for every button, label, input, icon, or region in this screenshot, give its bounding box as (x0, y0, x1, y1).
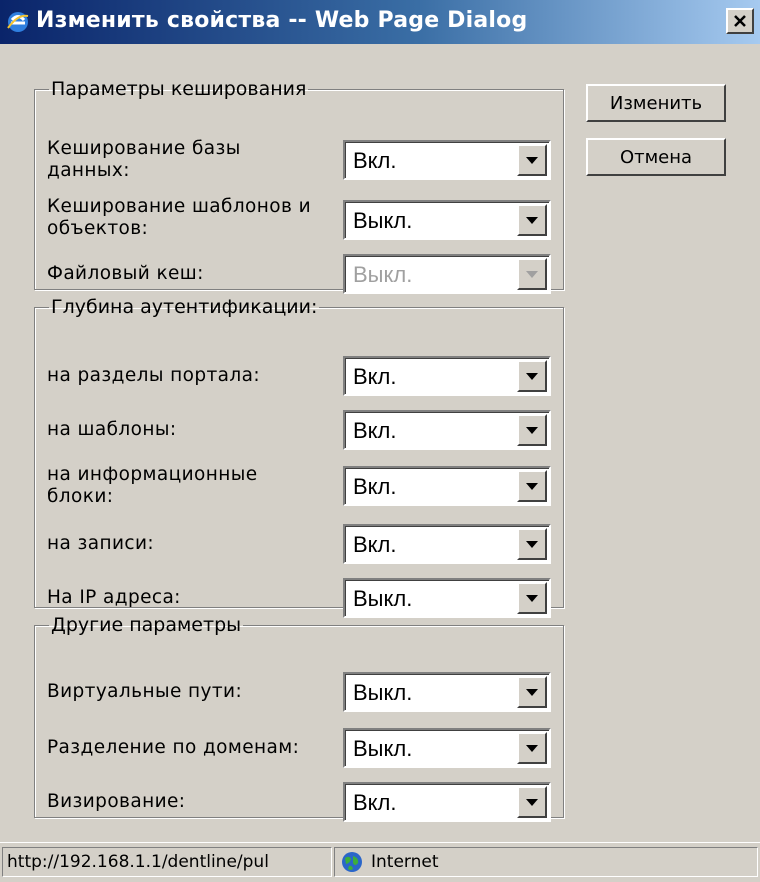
row-auth-records: на записи: Вкл. (47, 522, 553, 566)
auth-records-select[interactable]: Вкл. (343, 524, 551, 564)
auth-infoblocks-select[interactable]: Вкл. (343, 466, 551, 506)
virtual-paths-select[interactable]: Выкл. (343, 672, 551, 712)
select-value: Выкл. (353, 208, 413, 233)
dropdown-arrow-icon[interactable] (517, 144, 547, 176)
globe-icon (341, 851, 363, 873)
row-virtual-paths: Виртуальные пути: Выкл. (47, 670, 553, 714)
select-value: Вкл. (353, 474, 397, 499)
select-value: Выкл. (353, 262, 413, 287)
row-auth-sections: на разделы портала: Вкл. (47, 354, 553, 398)
status-url-pane: http://192.168.1.1/dentline/pul (2, 847, 332, 877)
row-approval: Визирование: Вкл. (47, 780, 553, 824)
row-auth-templates: на шаблоны: Вкл. (47, 408, 553, 452)
select-value: Вкл. (353, 148, 397, 173)
group-auth-depth: Глубина аутентификации: на разделы порта… (34, 296, 564, 618)
close-button[interactable] (726, 8, 754, 34)
auth-sections-select[interactable]: Вкл. (343, 356, 551, 396)
status-zone-pane: Internet (334, 847, 758, 877)
approval-select[interactable]: Вкл. (343, 782, 551, 822)
row-label: Кеширование базы данных: (47, 138, 241, 181)
row-label: Разделение по доменам: (47, 737, 300, 758)
window-title: Изменить свойства -- Web Page Dialog (36, 8, 528, 33)
status-url: http://192.168.1.1/dentline/pul (7, 852, 269, 872)
row-label: Виртуальные пути: (47, 681, 243, 702)
row-label: на шаблоны: (47, 419, 177, 440)
row-file-cache: Файловый кеш: Выкл. (47, 252, 553, 296)
db-caching-select[interactable]: Вкл. (343, 140, 551, 180)
auth-templates-select[interactable]: Вкл. (343, 410, 551, 450)
row-label: на информационные блоки: (47, 464, 258, 507)
internet-explorer-icon (6, 10, 30, 34)
row-label: на записи: (47, 533, 155, 554)
cancel-button[interactable]: Отмена (586, 138, 726, 176)
file-cache-select: Выкл. (343, 254, 551, 294)
row-template-caching: Кеширование шаблонов и объектов: Выкл. (47, 196, 553, 240)
dropdown-arrow-icon[interactable] (517, 360, 547, 392)
dropdown-arrow-icon (517, 258, 547, 290)
dropdown-arrow-icon[interactable] (517, 676, 547, 708)
group-other-legend: Другие параметры (51, 614, 242, 636)
dropdown-arrow-icon[interactable] (517, 204, 547, 236)
dropdown-arrow-icon[interactable] (517, 528, 547, 560)
auth-ip-select[interactable]: Выкл. (343, 578, 551, 618)
select-value: Вкл. (353, 790, 397, 815)
dropdown-arrow-icon[interactable] (517, 470, 547, 502)
domain-separation-select[interactable]: Выкл. (343, 728, 551, 768)
select-value: Вкл. (353, 532, 397, 557)
close-icon (734, 15, 746, 27)
select-value: Выкл. (353, 586, 413, 611)
row-label: Файловый кеш: (47, 263, 204, 284)
row-label: на разделы портала: (47, 365, 260, 386)
row-label: Визирование: (47, 791, 186, 812)
group-caching-legend: Параметры кеширования (51, 78, 307, 100)
row-db-caching: Кеширование базы данных: Вкл. (47, 138, 553, 182)
row-label: Кеширование шаблонов и объектов: (47, 196, 311, 239)
group-other: Другие параметры Виртуальные пути: Выкл.… (34, 614, 564, 822)
dropdown-arrow-icon[interactable] (517, 786, 547, 818)
select-value: Вкл. (353, 418, 397, 443)
apply-button[interactable]: Изменить (586, 84, 726, 122)
status-zone: Internet (371, 852, 439, 872)
template-caching-select[interactable]: Выкл. (343, 200, 551, 240)
dropdown-arrow-icon[interactable] (517, 732, 547, 764)
select-value: Выкл. (353, 736, 413, 761)
status-bar: http://192.168.1.1/dentline/pul Internet (0, 842, 760, 882)
row-auth-infoblocks: на информационные блоки: Вкл. (47, 464, 553, 508)
group-auth-depth-legend: Глубина аутентификации: (51, 296, 318, 318)
dropdown-arrow-icon[interactable] (517, 414, 547, 446)
select-value: Вкл. (353, 364, 397, 389)
group-caching: Параметры кеширования Кеширование базы д… (34, 78, 564, 294)
row-domain-separation: Разделение по доменам: Выкл. (47, 726, 553, 770)
dropdown-arrow-icon[interactable] (517, 582, 547, 614)
select-value: Выкл. (353, 680, 413, 705)
title-bar: Изменить свойства -- Web Page Dialog (0, 0, 760, 44)
